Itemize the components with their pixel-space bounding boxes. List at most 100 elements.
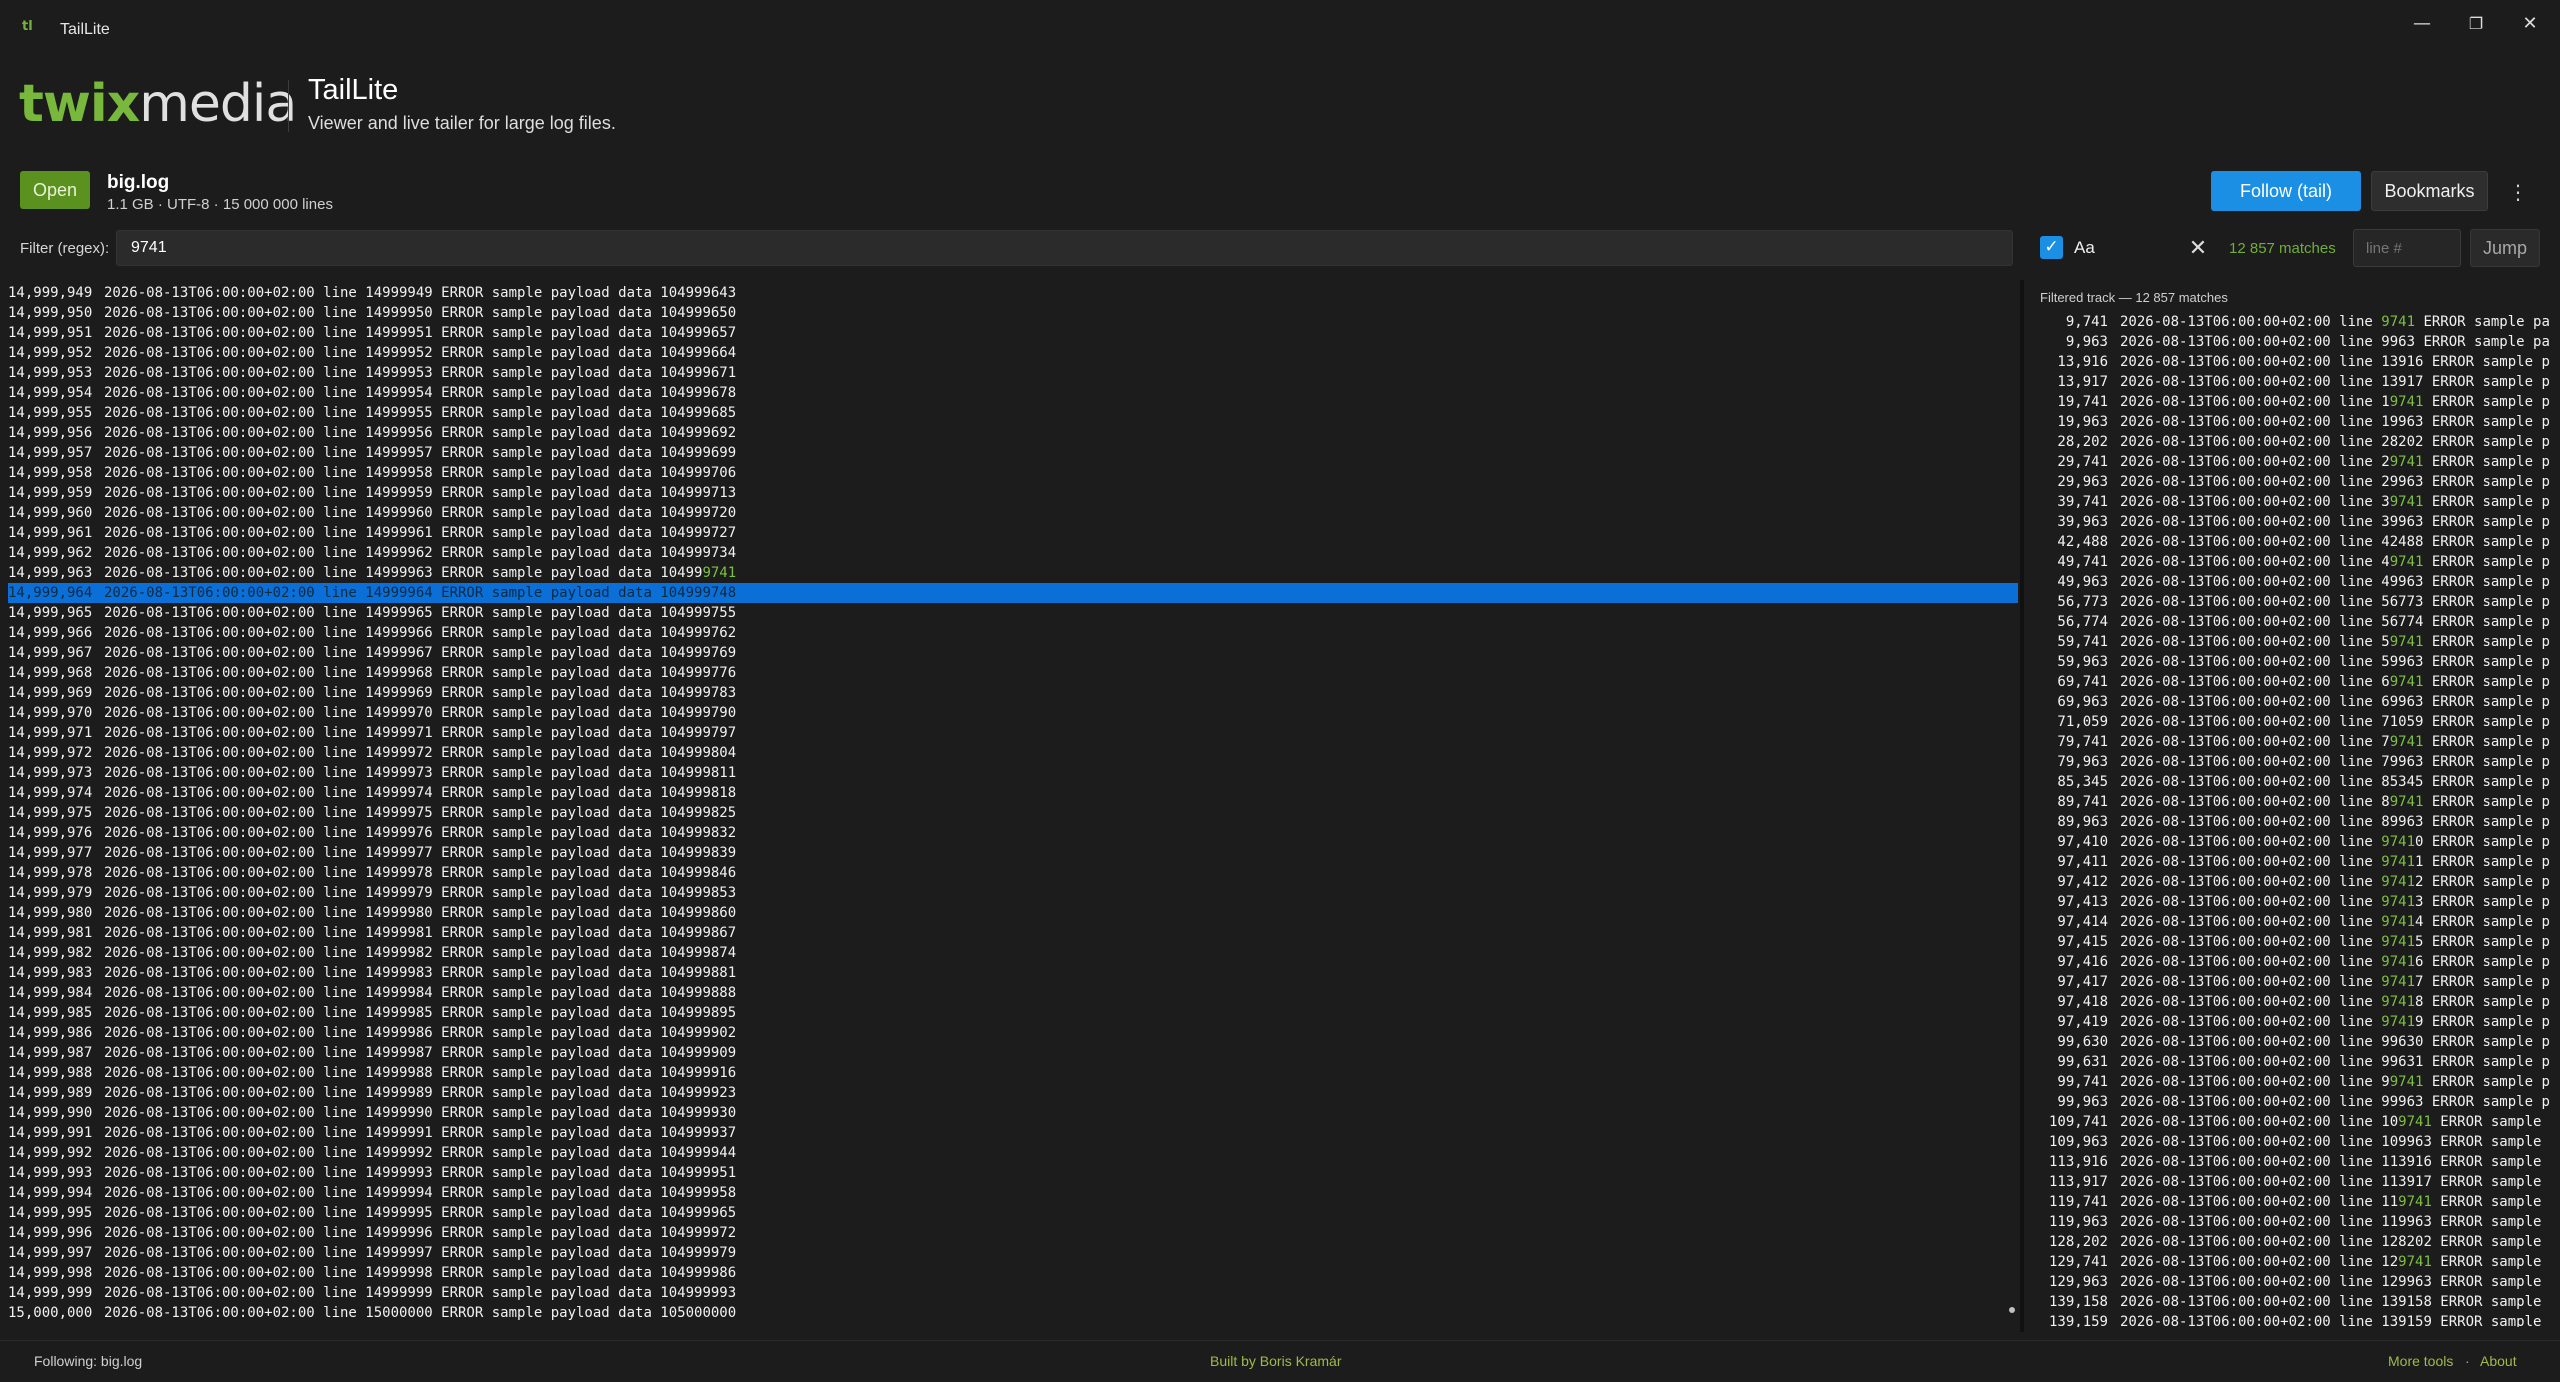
filtered-line[interactable]: 29,963 2026-08-13T06:00:00+02:00 line 299… — [2040, 472, 2550, 492]
filtered-line[interactable]: 89,741 2026-08-13T06:00:00+02:00 line 897… — [2040, 792, 2550, 812]
filtered-line[interactable]: 39,741 2026-08-13T06:00:00+02:00 line 397… — [2040, 492, 2550, 512]
more-menu-icon[interactable]: ⋮ — [2506, 178, 2530, 206]
log-line[interactable]: 14,999,965 2026-08-13T06:00:00+02:00 line… — [8, 603, 2018, 623]
scrollbar-thumb[interactable] — [2009, 1307, 2015, 1313]
filtered-line[interactable]: 97,412 2026-08-13T06:00:00+02:00 line 974… — [2040, 872, 2550, 892]
filtered-line[interactable]: 89,963 2026-08-13T06:00:00+02:00 line 899… — [2040, 812, 2550, 832]
filtered-line[interactable]: 128,202 2026-08-13T06:00:00+02:00 line 12… — [2040, 1232, 2550, 1252]
filtered-line[interactable]: 9,741 2026-08-13T06:00:00+02:00 line 9741… — [2040, 312, 2550, 332]
log-line[interactable]: 14,999,961 2026-08-13T06:00:00+02:00 line… — [8, 523, 2018, 543]
clear-filter-icon[interactable]: ✕ — [2184, 236, 2212, 262]
log-line[interactable]: 14,999,949 2026-08-13T06:00:00+02:00 line… — [8, 283, 2018, 303]
log-line[interactable]: 14,999,979 2026-08-13T06:00:00+02:00 line… — [8, 883, 2018, 903]
log-line[interactable]: 14,999,984 2026-08-13T06:00:00+02:00 line… — [8, 983, 2018, 1003]
filtered-line[interactable]: 39,963 2026-08-13T06:00:00+02:00 line 399… — [2040, 512, 2550, 532]
log-line[interactable]: 14,999,966 2026-08-13T06:00:00+02:00 line… — [8, 623, 2018, 643]
log-line[interactable]: 14,999,971 2026-08-13T06:00:00+02:00 line… — [8, 723, 2018, 743]
log-line[interactable]: 14,999,994 2026-08-13T06:00:00+02:00 line… — [8, 1183, 2018, 1203]
filtered-line[interactable]: 99,630 2026-08-13T06:00:00+02:00 line 996… — [2040, 1032, 2550, 1052]
log-line[interactable]: 14,999,952 2026-08-13T06:00:00+02:00 line… — [8, 343, 2018, 363]
log-line[interactable]: 14,999,988 2026-08-13T06:00:00+02:00 line… — [8, 1063, 2018, 1083]
filtered-line[interactable]: 13,916 2026-08-13T06:00:00+02:00 line 139… — [2040, 352, 2550, 372]
filtered-track-list[interactable]: 9,741 2026-08-13T06:00:00+02:00 line 9741… — [2040, 312, 2550, 1327]
log-line[interactable]: 14,999,957 2026-08-13T06:00:00+02:00 line… — [8, 443, 2018, 463]
log-line[interactable]: 14,999,974 2026-08-13T06:00:00+02:00 line… — [8, 783, 2018, 803]
filtered-line[interactable]: 97,418 2026-08-13T06:00:00+02:00 line 974… — [2040, 992, 2550, 1012]
log-line[interactable]: 14,999,999 2026-08-13T06:00:00+02:00 line… — [8, 1283, 2018, 1303]
log-line[interactable]: 14,999,983 2026-08-13T06:00:00+02:00 line… — [8, 963, 2018, 983]
log-line[interactable]: 14,999,969 2026-08-13T06:00:00+02:00 line… — [8, 683, 2018, 703]
filtered-line[interactable]: 99,741 2026-08-13T06:00:00+02:00 line 997… — [2040, 1072, 2550, 1092]
log-line[interactable]: 14,999,981 2026-08-13T06:00:00+02:00 line… — [8, 923, 2018, 943]
log-line[interactable]: 14,999,951 2026-08-13T06:00:00+02:00 line… — [8, 323, 2018, 343]
jump-button[interactable]: Jump — [2470, 229, 2540, 267]
log-line[interactable]: 14,999,973 2026-08-13T06:00:00+02:00 line… — [8, 763, 2018, 783]
filtered-line[interactable]: 97,414 2026-08-13T06:00:00+02:00 line 974… — [2040, 912, 2550, 932]
filtered-line[interactable]: 85,345 2026-08-13T06:00:00+02:00 line 853… — [2040, 772, 2550, 792]
line-number-input[interactable] — [2353, 229, 2461, 267]
log-line[interactable]: 14,999,976 2026-08-13T06:00:00+02:00 line… — [8, 823, 2018, 843]
log-line[interactable]: 14,999,964 2026-08-13T06:00:00+02:00 line… — [8, 583, 2018, 603]
filtered-line[interactable]: 59,741 2026-08-13T06:00:00+02:00 line 597… — [2040, 632, 2550, 652]
filtered-line[interactable]: 119,963 2026-08-13T06:00:00+02:00 line 11… — [2040, 1212, 2550, 1232]
log-line[interactable]: 14,999,954 2026-08-13T06:00:00+02:00 line… — [8, 383, 2018, 403]
log-line[interactable]: 14,999,959 2026-08-13T06:00:00+02:00 line… — [8, 483, 2018, 503]
log-line[interactable]: 15,000,000 2026-08-13T06:00:00+02:00 line… — [8, 1303, 2018, 1323]
filtered-line[interactable]: 13,917 2026-08-13T06:00:00+02:00 line 139… — [2040, 372, 2550, 392]
filtered-line[interactable]: 109,741 2026-08-13T06:00:00+02:00 line 10… — [2040, 1112, 2550, 1132]
minimize-icon[interactable]: — — [2399, 6, 2445, 42]
filtered-line[interactable]: 49,963 2026-08-13T06:00:00+02:00 line 499… — [2040, 572, 2550, 592]
log-line[interactable]: 14,999,982 2026-08-13T06:00:00+02:00 line… — [8, 943, 2018, 963]
filtered-line[interactable]: 97,417 2026-08-13T06:00:00+02:00 line 974… — [2040, 972, 2550, 992]
log-line[interactable]: 14,999,996 2026-08-13T06:00:00+02:00 line… — [8, 1223, 2018, 1243]
log-line[interactable]: 14,999,977 2026-08-13T06:00:00+02:00 line… — [8, 843, 2018, 863]
log-line[interactable]: 14,999,985 2026-08-13T06:00:00+02:00 line… — [8, 1003, 2018, 1023]
credit-link[interactable]: Built by Boris Kramár — [1210, 1353, 1341, 1369]
filtered-line[interactable]: 97,419 2026-08-13T06:00:00+02:00 line 974… — [2040, 1012, 2550, 1032]
filtered-line[interactable]: 97,413 2026-08-13T06:00:00+02:00 line 974… — [2040, 892, 2550, 912]
more-tools-link[interactable]: More tools — [2388, 1353, 2453, 1369]
filtered-line[interactable]: 97,415 2026-08-13T06:00:00+02:00 line 974… — [2040, 932, 2550, 952]
filtered-line[interactable]: 42,488 2026-08-13T06:00:00+02:00 line 424… — [2040, 532, 2550, 552]
filtered-line[interactable]: 49,741 2026-08-13T06:00:00+02:00 line 497… — [2040, 552, 2550, 572]
log-line[interactable]: 14,999,998 2026-08-13T06:00:00+02:00 line… — [8, 1263, 2018, 1283]
filtered-line[interactable]: 69,741 2026-08-13T06:00:00+02:00 line 697… — [2040, 672, 2550, 692]
filtered-line[interactable]: 19,963 2026-08-13T06:00:00+02:00 line 199… — [2040, 412, 2550, 432]
filtered-line[interactable]: 56,774 2026-08-13T06:00:00+02:00 line 567… — [2040, 612, 2550, 632]
filtered-line[interactable]: 97,410 2026-08-13T06:00:00+02:00 line 974… — [2040, 832, 2550, 852]
log-line[interactable]: 14,999,986 2026-08-13T06:00:00+02:00 line… — [8, 1023, 2018, 1043]
filtered-line[interactable]: 139,158 2026-08-13T06:00:00+02:00 line 13… — [2040, 1292, 2550, 1312]
filtered-line[interactable]: 69,963 2026-08-13T06:00:00+02:00 line 699… — [2040, 692, 2550, 712]
log-line[interactable]: 14,999,995 2026-08-13T06:00:00+02:00 line… — [8, 1203, 2018, 1223]
log-line[interactable]: 14,999,997 2026-08-13T06:00:00+02:00 line… — [8, 1243, 2018, 1263]
log-line[interactable]: 14,999,967 2026-08-13T06:00:00+02:00 line… — [8, 643, 2018, 663]
log-line[interactable]: 14,999,990 2026-08-13T06:00:00+02:00 line… — [8, 1103, 2018, 1123]
filtered-line[interactable]: 119,741 2026-08-13T06:00:00+02:00 line 11… — [2040, 1192, 2550, 1212]
log-line[interactable]: 14,999,958 2026-08-13T06:00:00+02:00 line… — [8, 463, 2018, 483]
log-line[interactable]: 14,999,950 2026-08-13T06:00:00+02:00 line… — [8, 303, 2018, 323]
pane-splitter[interactable] — [2020, 280, 2024, 1332]
filtered-line[interactable]: 79,741 2026-08-13T06:00:00+02:00 line 797… — [2040, 732, 2550, 752]
filter-input[interactable]: 9741 — [116, 230, 2013, 266]
log-line[interactable]: 14,999,963 2026-08-13T06:00:00+02:00 line… — [8, 563, 2018, 583]
close-icon[interactable]: ✕ — [2507, 6, 2553, 42]
log-line[interactable]: 14,999,992 2026-08-13T06:00:00+02:00 line… — [8, 1143, 2018, 1163]
log-line[interactable]: 14,999,955 2026-08-13T06:00:00+02:00 line… — [8, 403, 2018, 423]
filtered-line[interactable]: 109,963 2026-08-13T06:00:00+02:00 line 10… — [2040, 1132, 2550, 1152]
main-log-view[interactable]: 14,999,949 2026-08-13T06:00:00+02:00 line… — [8, 283, 2018, 1323]
case-sensitive-checkbox[interactable]: ✓ — [2040, 236, 2063, 259]
log-line[interactable]: 14,999,993 2026-08-13T06:00:00+02:00 line… — [8, 1163, 2018, 1183]
filtered-line[interactable]: 71,059 2026-08-13T06:00:00+02:00 line 710… — [2040, 712, 2550, 732]
filtered-line[interactable]: 113,916 2026-08-13T06:00:00+02:00 line 11… — [2040, 1152, 2550, 1172]
filtered-line[interactable]: 56,773 2026-08-13T06:00:00+02:00 line 567… — [2040, 592, 2550, 612]
bookmarks-button[interactable]: Bookmarks — [2371, 171, 2488, 211]
filtered-line[interactable]: 79,963 2026-08-13T06:00:00+02:00 line 799… — [2040, 752, 2550, 772]
filtered-line[interactable]: 29,741 2026-08-13T06:00:00+02:00 line 297… — [2040, 452, 2550, 472]
filtered-line[interactable]: 139,159 2026-08-13T06:00:00+02:00 line 13… — [2040, 1312, 2550, 1327]
open-button[interactable]: Open — [20, 171, 90, 209]
about-link[interactable]: About — [2480, 1353, 2517, 1369]
filtered-line[interactable]: 99,963 2026-08-13T06:00:00+02:00 line 999… — [2040, 1092, 2550, 1112]
log-line[interactable]: 14,999,953 2026-08-13T06:00:00+02:00 line… — [8, 363, 2018, 383]
log-line[interactable]: 14,999,972 2026-08-13T06:00:00+02:00 line… — [8, 743, 2018, 763]
log-line[interactable]: 14,999,978 2026-08-13T06:00:00+02:00 line… — [8, 863, 2018, 883]
